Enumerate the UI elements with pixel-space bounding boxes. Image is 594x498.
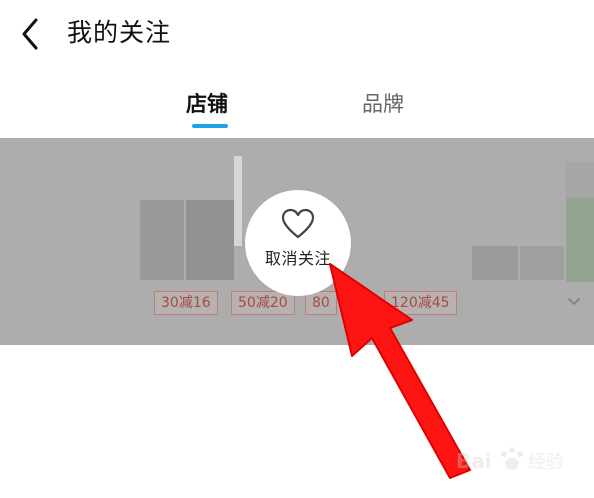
tab-brands[interactable]: 品牌 [362, 86, 404, 122]
chevron-left-icon [22, 18, 38, 50]
svg-text:经验: 经验 [528, 452, 564, 473]
heart-outline-icon [281, 208, 315, 239]
tab-shops[interactable]: 店铺 [186, 86, 228, 122]
unfollow-label: 取消关注 [264, 249, 331, 268]
svg-text:Bai: Bai [456, 449, 492, 473]
tab-bar: 店铺 品牌 [0, 86, 594, 132]
header: 我的关注 [0, 0, 594, 68]
baidu-watermark-logo: Bai 经验 [456, 447, 564, 473]
page-title: 我的关注 [67, 18, 172, 47]
tab-active-indicator [192, 124, 228, 128]
unfollow-button[interactable]: 取消关注 [245, 190, 351, 296]
back-button[interactable] [14, 14, 50, 54]
